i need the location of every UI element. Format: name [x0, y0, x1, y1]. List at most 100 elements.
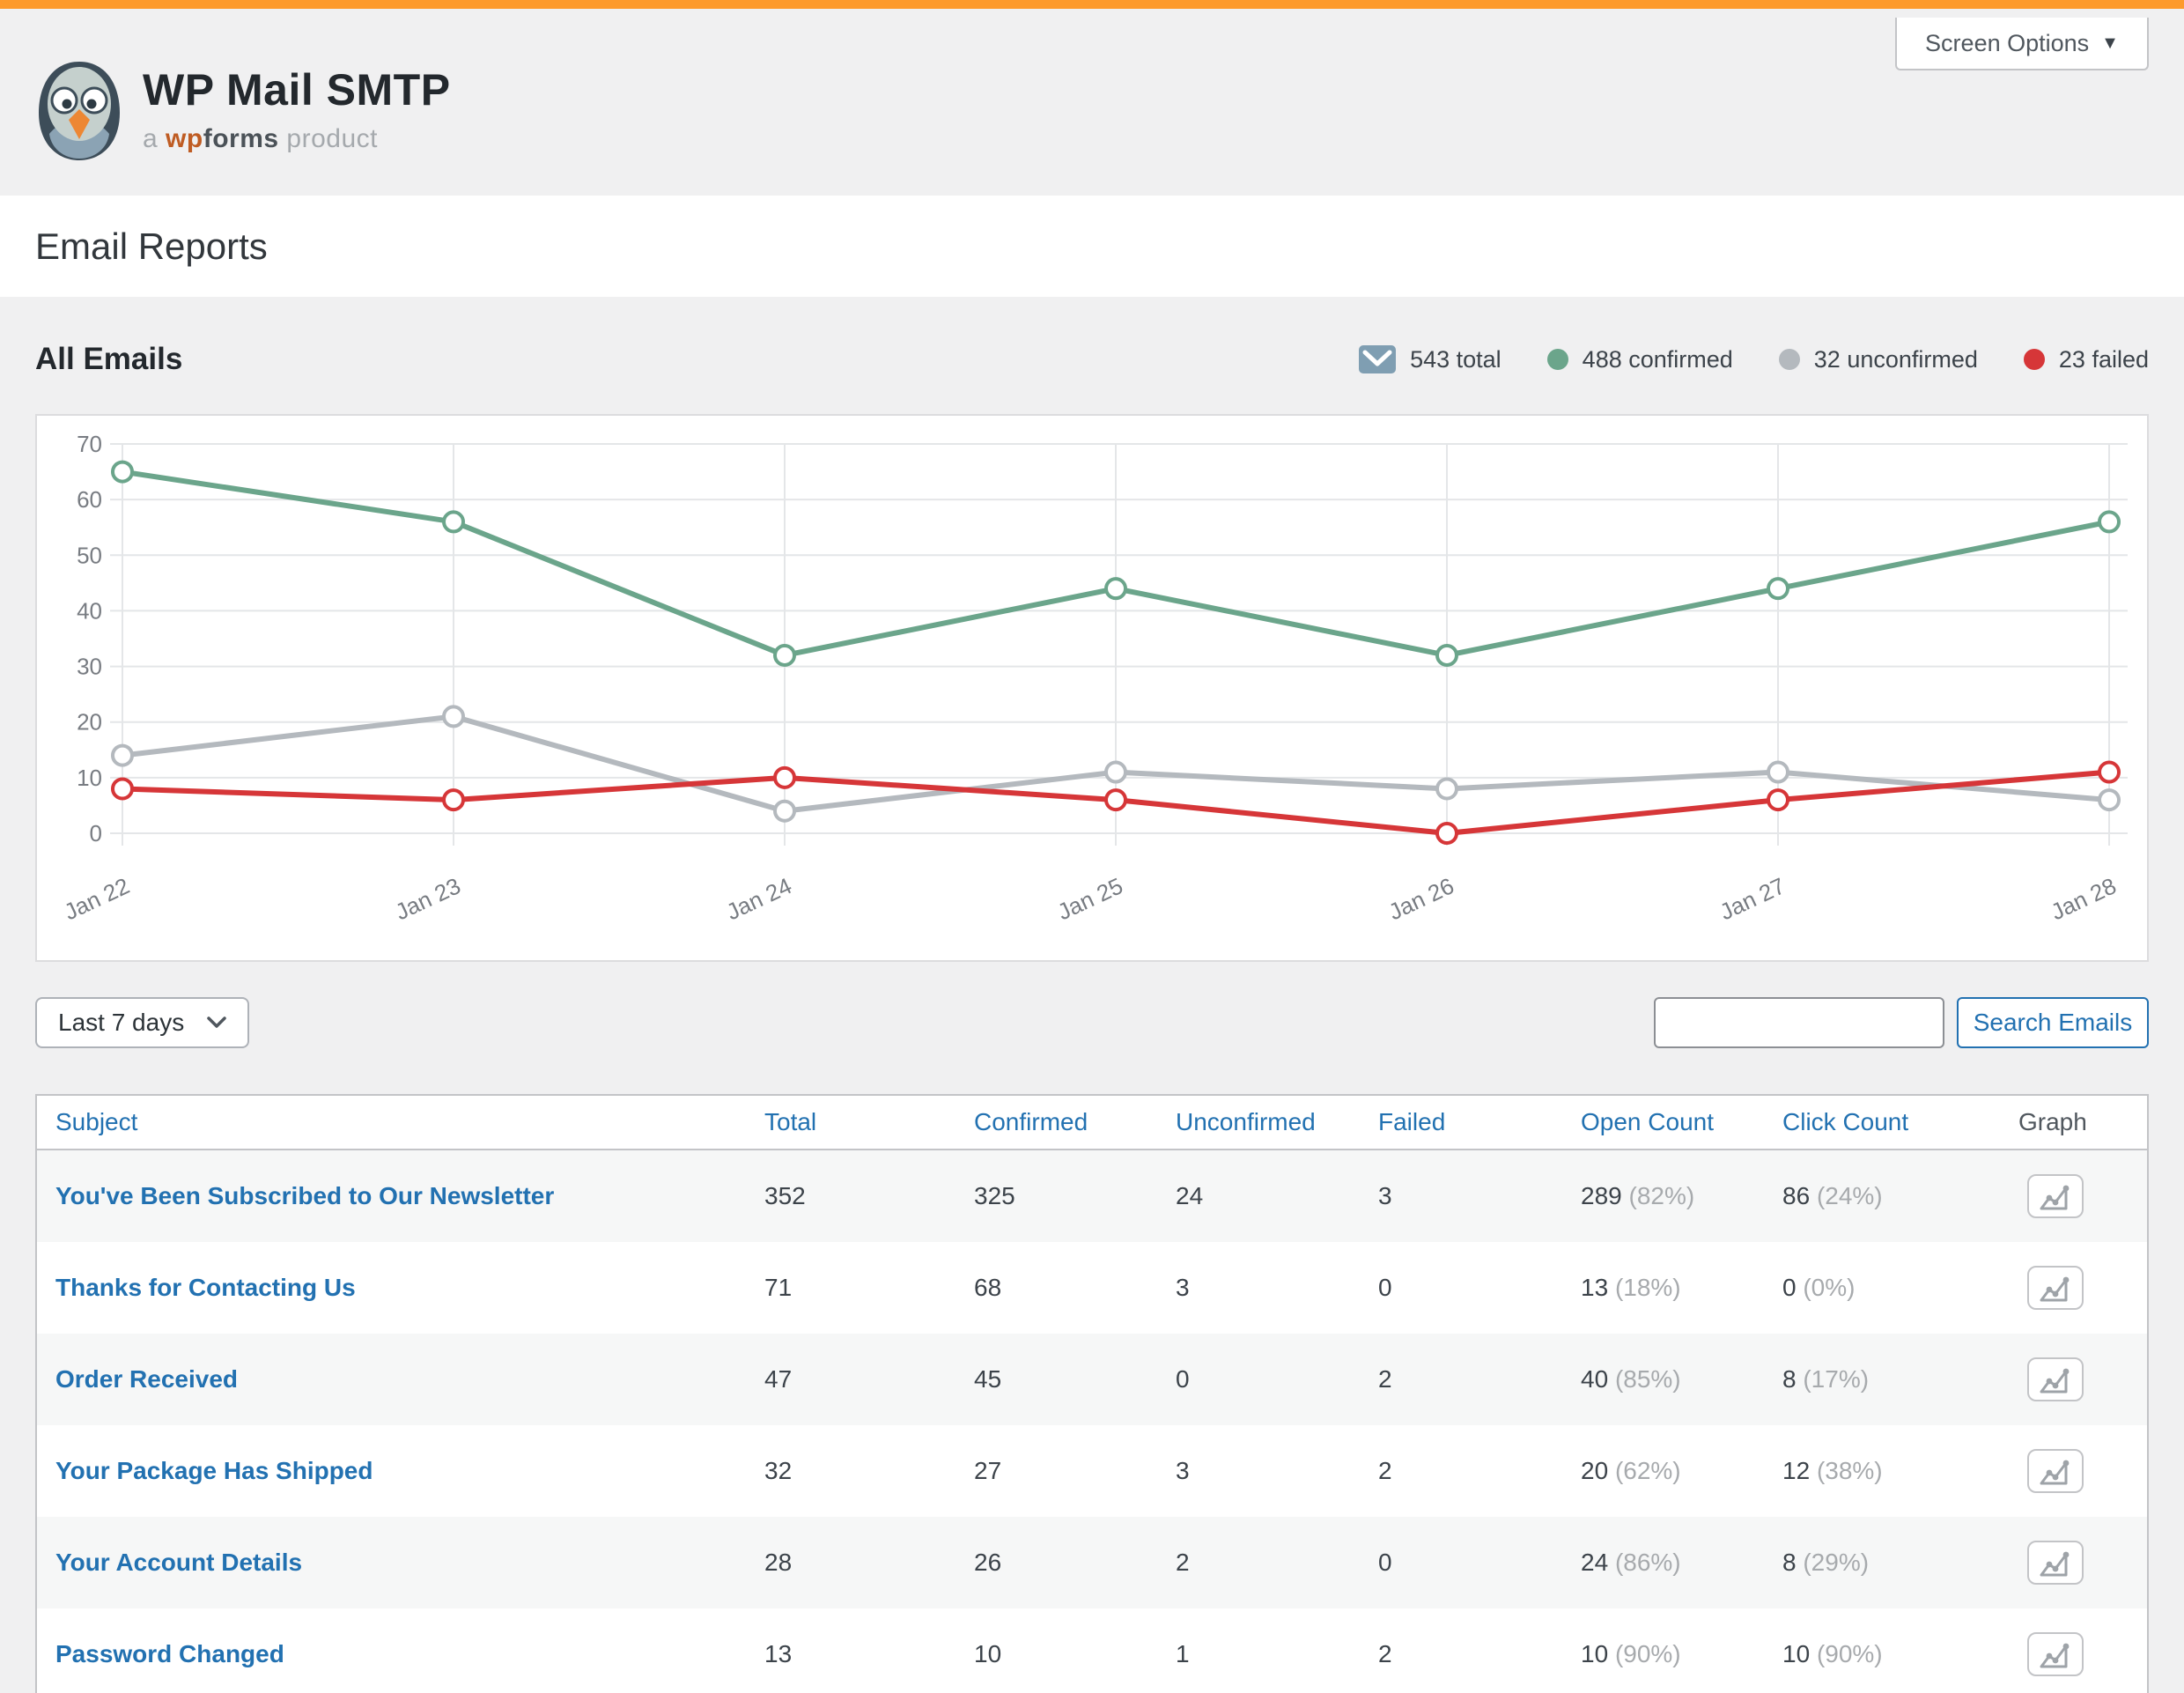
- mini-line-chart-icon: [2038, 1364, 2073, 1394]
- svg-text:Jan 28: Jan 28: [2047, 872, 2120, 925]
- email-subject-link[interactable]: Thanks for Contacting Us: [55, 1274, 356, 1301]
- email-subject-link[interactable]: Your Package Has Shipped: [55, 1457, 373, 1484]
- confirmed-cell: 45: [974, 1365, 1176, 1394]
- date-range-value: Last 7 days: [58, 1009, 184, 1037]
- date-range-select[interactable]: Last 7 days: [35, 997, 249, 1048]
- svg-text:Jan 22: Jan 22: [60, 872, 133, 925]
- click-count-cell: 8 (17%): [1782, 1365, 2018, 1394]
- failed-cell: 0: [1378, 1274, 1581, 1302]
- all-emails-header-row: All Emails 543 total 488 confirmed 32 un…: [35, 339, 2149, 380]
- svg-text:30: 30: [77, 654, 102, 680]
- row-graph-button[interactable]: [2027, 1449, 2084, 1493]
- wp-mail-smtp-pigeon-logo: [35, 55, 123, 164]
- unconfirmed-cell: 24: [1176, 1182, 1378, 1210]
- total-cell: 71: [764, 1274, 974, 1302]
- confirmed-cell: 10: [974, 1640, 1176, 1668]
- mini-line-chart-icon: [2038, 1639, 2073, 1669]
- email-subject-link[interactable]: Password Changed: [55, 1640, 284, 1667]
- brand-text: WP Mail SMTP a wpforms product: [143, 64, 451, 154]
- mini-line-chart-icon: [2038, 1548, 2073, 1578]
- table-controls: Last 7 days Search Emails: [35, 997, 2149, 1048]
- open-count-cell: 20 (62%): [1581, 1457, 1782, 1485]
- column-header-unconfirmed[interactable]: Unconfirmed: [1176, 1108, 1378, 1136]
- column-header-open-count[interactable]: Open Count: [1581, 1108, 1782, 1136]
- green-dot-icon: [1547, 349, 1568, 370]
- screen-options-button[interactable]: Screen Options ▼: [1895, 18, 2149, 70]
- email-subject-link[interactable]: Your Account Details: [55, 1549, 302, 1576]
- unconfirmed-cell: 3: [1176, 1274, 1378, 1302]
- table-row: Password Changed 13 10 1 2 10 (90%) 10 (…: [37, 1608, 2147, 1693]
- svg-text:Jan 25: Jan 25: [1053, 872, 1126, 925]
- mini-line-chart-icon: [2038, 1273, 2073, 1303]
- click-count-cell: 12 (38%): [1782, 1457, 2018, 1485]
- svg-text:20: 20: [77, 709, 102, 736]
- column-header-confirmed[interactable]: Confirmed: [974, 1108, 1176, 1136]
- column-header-graph: Graph: [2018, 1108, 2129, 1136]
- screen-options-label: Screen Options: [1925, 30, 2089, 57]
- envelope-icon: [1359, 345, 1396, 373]
- failed-cell: 0: [1378, 1549, 1581, 1577]
- confirmed-cell: 26: [974, 1549, 1176, 1577]
- search-input[interactable]: [1654, 997, 1944, 1048]
- red-dot-icon: [2024, 349, 2045, 370]
- row-graph-button[interactable]: [2027, 1266, 2084, 1310]
- chart-legend: 543 total 488 confirmed 32 unconfirmed 2…: [1359, 345, 2149, 373]
- gray-dot-icon: [1779, 349, 1800, 370]
- page-title: Email Reports: [35, 225, 268, 268]
- svg-text:Jan 24: Jan 24: [722, 872, 795, 925]
- email-subject-link[interactable]: You've Been Subscribed to Our Newsletter: [55, 1182, 554, 1209]
- row-graph-button[interactable]: [2027, 1632, 2084, 1676]
- emails-line-chart[interactable]: 010203040506070Jan 22Jan 23Jan 24Jan 25J…: [37, 416, 2147, 960]
- brand: WP Mail SMTP a wpforms product: [35, 55, 451, 164]
- open-count-cell: 40 (85%): [1581, 1365, 1782, 1394]
- click-count-cell: 0 (0%): [1782, 1274, 2018, 1302]
- column-header-subject[interactable]: Subject: [55, 1108, 764, 1136]
- email-subject-link[interactable]: Order Received: [55, 1365, 238, 1393]
- open-count-cell: 10 (90%): [1581, 1640, 1782, 1668]
- row-graph-button[interactable]: [2027, 1174, 2084, 1218]
- confirmed-cell: 325: [974, 1182, 1176, 1210]
- failed-cell: 3: [1378, 1182, 1581, 1210]
- click-count-cell: 10 (90%): [1782, 1640, 2018, 1668]
- legend-label-confirmed: 488 confirmed: [1583, 346, 1733, 373]
- column-header-total[interactable]: Total: [764, 1108, 974, 1136]
- subtitle-suffix: product: [286, 124, 378, 153]
- legend-label-unconfirmed: 32 unconfirmed: [1814, 346, 1978, 373]
- failed-cell: 2: [1378, 1457, 1581, 1485]
- total-cell: 32: [764, 1457, 974, 1485]
- table-row: Your Package Has Shipped 32 27 3 2 20 (6…: [37, 1425, 2147, 1517]
- page-title-band: Email Reports: [0, 196, 2184, 297]
- legend-item-unconfirmed: 32 unconfirmed: [1779, 346, 1978, 373]
- plugin-subtitle: a wpforms product: [143, 124, 451, 154]
- column-header-failed[interactable]: Failed: [1378, 1108, 1581, 1136]
- legend-item-confirmed: 488 confirmed: [1547, 346, 1733, 373]
- chevron-down-icon: ▼: [2101, 33, 2119, 54]
- svg-text:40: 40: [77, 597, 102, 624]
- table-row: Order Received 47 45 0 2 40 (85%) 8 (17%…: [37, 1334, 2147, 1425]
- table-row: Your Account Details 28 26 2 0 24 (86%) …: [37, 1517, 2147, 1608]
- total-cell: 28: [764, 1549, 974, 1577]
- open-count-cell: 289 (82%): [1581, 1182, 1782, 1210]
- confirmed-cell: 68: [974, 1274, 1176, 1302]
- emails-chart-panel: 010203040506070Jan 22Jan 23Jan 24Jan 25J…: [35, 414, 2149, 962]
- subtitle-forms: forms: [203, 124, 279, 153]
- click-count-cell: 86 (24%): [1782, 1182, 2018, 1210]
- table-row: Thanks for Contacting Us 71 68 3 0 13 (1…: [37, 1242, 2147, 1334]
- plugin-title: WP Mail SMTP: [143, 64, 451, 115]
- row-graph-button[interactable]: [2027, 1357, 2084, 1401]
- legend-label-total: 543 total: [1410, 346, 1502, 373]
- open-count-cell: 13 (18%): [1581, 1274, 1782, 1302]
- svg-text:Jan 27: Jan 27: [1715, 872, 1789, 925]
- column-header-click-count[interactable]: Click Count: [1782, 1108, 2018, 1136]
- unconfirmed-cell: 0: [1176, 1365, 1378, 1394]
- failed-cell: 2: [1378, 1365, 1581, 1394]
- row-graph-button[interactable]: [2027, 1541, 2084, 1585]
- total-cell: 47: [764, 1365, 974, 1394]
- svg-text:0: 0: [90, 820, 102, 846]
- legend-item-failed: 23 failed: [2024, 346, 2149, 373]
- legend-item-total: 543 total: [1359, 345, 1502, 373]
- search-emails-button[interactable]: Search Emails: [1957, 997, 2149, 1048]
- unconfirmed-cell: 3: [1176, 1457, 1378, 1485]
- unconfirmed-cell: 2: [1176, 1549, 1378, 1577]
- unconfirmed-cell: 1: [1176, 1640, 1378, 1668]
